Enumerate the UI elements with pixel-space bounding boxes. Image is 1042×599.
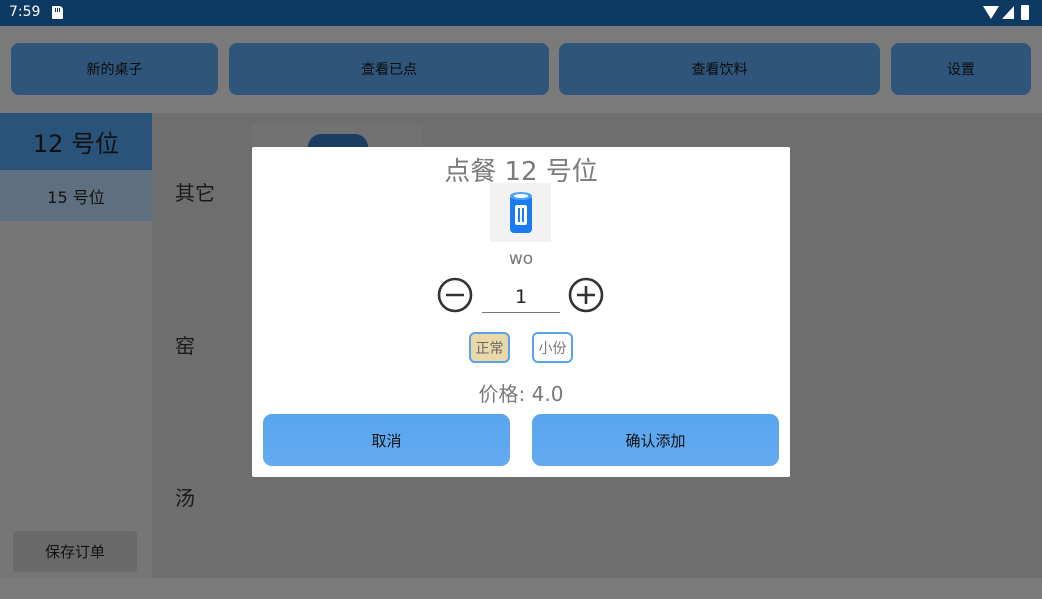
status-time: 7:59 bbox=[9, 4, 41, 20]
table-item-selected[interactable]: 12 号位 bbox=[0, 113, 152, 170]
status-bar: 7:59 bbox=[0, 0, 1042, 26]
sd-card-icon bbox=[52, 6, 63, 19]
cancel-button[interactable]: 取消 bbox=[263, 414, 510, 466]
can-icon bbox=[308, 134, 368, 147]
view-drinks-button[interactable]: 查看饮料 bbox=[559, 43, 880, 95]
settings-button[interactable]: 设置 bbox=[891, 43, 1031, 95]
plus-circle-icon[interactable] bbox=[568, 277, 604, 313]
table-item-15[interactable]: 15 号位 bbox=[0, 170, 152, 221]
category-kiln[interactable]: 窑 bbox=[175, 330, 195, 359]
view-ordered-button[interactable]: 查看已点 bbox=[229, 43, 549, 95]
wifi-icon bbox=[983, 6, 999, 19]
minus-circle-icon[interactable] bbox=[437, 277, 473, 313]
item-thumbnail bbox=[490, 183, 551, 242]
navigation-bar bbox=[0, 578, 1042, 599]
quantity-input[interactable] bbox=[482, 281, 560, 313]
new-table-button[interactable]: 新的桌子 bbox=[11, 43, 218, 95]
order-dialog: 点餐 12 号位 wo 正常 小份 价格: 4.0 取消 确认添加 bbox=[252, 147, 790, 477]
can-icon bbox=[509, 191, 532, 233]
signal-icon bbox=[1002, 6, 1014, 19]
item-name: wo bbox=[508, 249, 534, 269]
battery-icon bbox=[1021, 5, 1029, 20]
category-soup[interactable]: 汤 bbox=[175, 482, 195, 511]
confirm-add-button[interactable]: 确认添加 bbox=[532, 414, 779, 466]
price-label: 价格: 4.0 bbox=[478, 382, 564, 406]
size-small-option[interactable]: 小份 bbox=[532, 332, 573, 363]
size-normal-option[interactable]: 正常 bbox=[469, 332, 510, 363]
save-order-button[interactable]: 保存订单 bbox=[13, 531, 137, 572]
category-other[interactable]: 其它 bbox=[175, 177, 215, 206]
